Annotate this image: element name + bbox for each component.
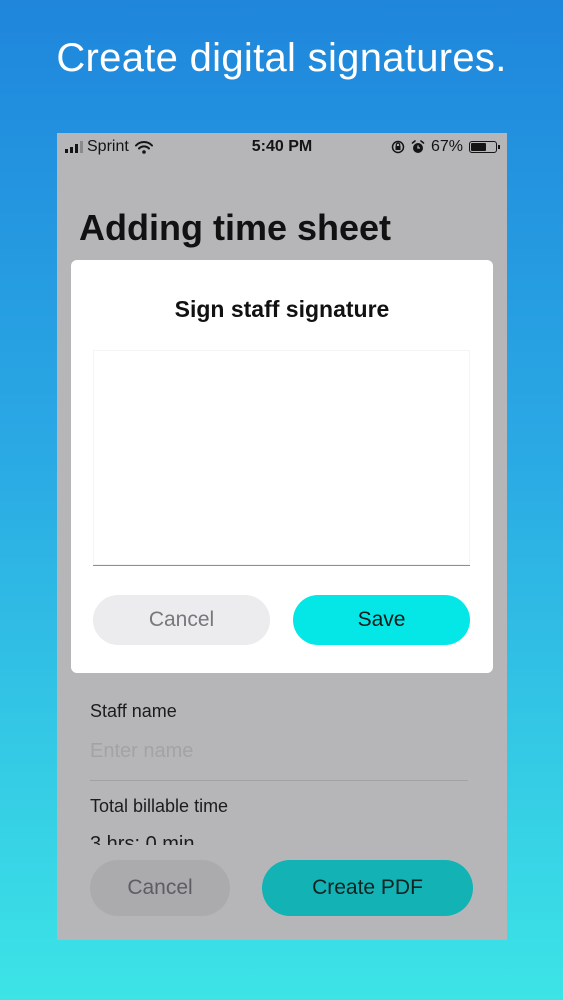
staff-name-input[interactable]: Enter name [90, 740, 468, 763]
alarm-icon [411, 140, 425, 153]
field-divider [90, 780, 468, 781]
promo-headline: Create digital signatures. [56, 36, 507, 80]
create-pdf-button[interactable]: Create PDF [262, 860, 473, 916]
page-title: Adding time sheet [79, 207, 392, 248]
modal-title: Sign staff signature [174, 296, 390, 322]
billable-time-value[interactable]: 3 hrs: 0 min [90, 833, 468, 845]
battery-icon [469, 141, 500, 153]
battery-percent: 67% [430, 138, 463, 155]
orientation-lock-icon [391, 140, 405, 154]
modal-save-button[interactable]: Save [293, 595, 470, 645]
signature-modal: Sign staff signature Cancel Save [71, 260, 493, 673]
status-bar: Sprint 5:40 PM 67% [57, 133, 507, 161]
cancel-button[interactable]: Cancel [90, 860, 230, 916]
phone-screen: Sprint 5:40 PM 67% Adding time sheet Sta… [57, 133, 507, 940]
time-sheet-form: Staff name Enter name Total billable tim… [90, 701, 468, 845]
status-right-group: 67% [391, 138, 500, 156]
staff-name-label: Staff name [90, 701, 177, 721]
signature-pad[interactable] [93, 350, 470, 566]
battery-fill [471, 143, 487, 151]
billable-time-label: Total billable time [90, 796, 229, 816]
modal-cancel-button[interactable]: Cancel [93, 595, 270, 645]
